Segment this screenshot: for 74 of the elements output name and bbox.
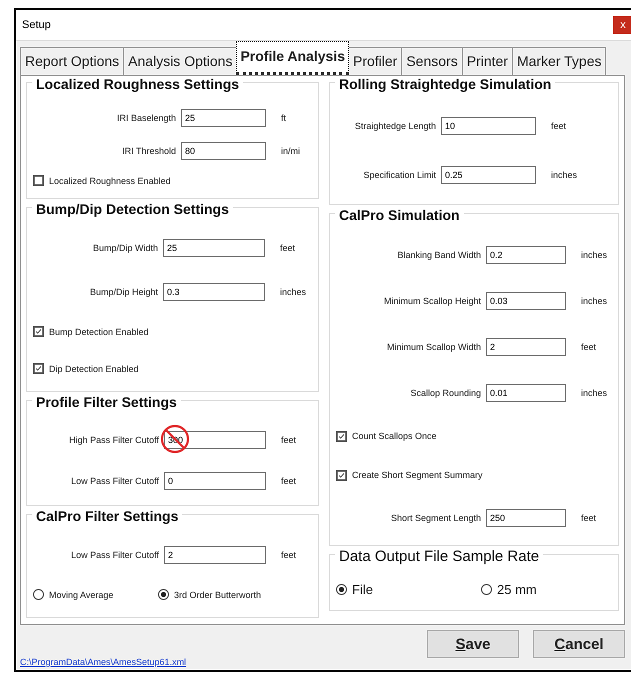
unit-label: feet <box>279 242 296 253</box>
input-field[interactable]: 25 <box>181 108 266 127</box>
unit-label: feet <box>580 512 598 523</box>
checkbox-label: Localized Roughness Enabled <box>49 176 171 186</box>
radio-button[interactable] <box>481 584 492 595</box>
unit-label: ft <box>280 112 288 123</box>
field-label: Straightedge Length <box>354 120 436 131</box>
group-title: CalPro Filter Settings <box>32 508 182 524</box>
checkbox-label: Count Scallops Once <box>352 431 437 442</box>
field-label: Specification Limit <box>362 170 436 180</box>
checkbox[interactable] <box>33 175 44 186</box>
checkbox-label: Create Short Segment Summary <box>352 470 483 480</box>
radio-label: 25 mm <box>497 582 537 597</box>
group-title: Data Output File Sample Rate <box>335 548 544 565</box>
unit-label: feet <box>580 342 598 352</box>
unit-label: inches <box>580 388 608 398</box>
radio-button[interactable] <box>158 589 169 600</box>
file-path-link[interactable]: C:\ProgramData\Ames\AmesSetup61.xml <box>20 657 186 667</box>
input-field[interactable]: 0 <box>164 472 266 490</box>
field-label: Minimum Scallop Height <box>382 296 481 306</box>
input-field[interactable]: 0.25 <box>441 166 536 184</box>
checkbox[interactable] <box>33 326 44 338</box>
group-title: Rolling Straightedge Simulation <box>335 76 556 92</box>
field-label: Blanking Band Width <box>396 250 481 260</box>
radio-label: File <box>352 582 373 597</box>
dialog-button[interactable]: Cancel <box>533 630 625 658</box>
input-field[interactable]: 0.03 <box>486 292 566 310</box>
group-title: Bump/Dip Detection Settings <box>32 201 233 217</box>
field-label: Low Pass Filter Cutoff <box>70 550 159 560</box>
radio-label: Moving Average <box>49 590 114 600</box>
unit-label: inches <box>580 250 608 260</box>
group-title: Profile Filter Settings <box>32 394 181 410</box>
close-button[interactable]: x <box>613 16 631 34</box>
input-field[interactable]: 0.01 <box>486 384 566 402</box>
input-field[interactable]: 0.2 <box>486 246 566 264</box>
checkbox-label: Dip Detection Enabled <box>49 364 139 374</box>
tab[interactable]: Profile Analysis <box>236 41 349 75</box>
unit-label: feet <box>280 550 298 560</box>
input-field[interactable]: 250 <box>486 508 566 527</box>
field-label: High Pass Filter Cutoff <box>68 434 159 444</box>
field-label: Short Segment Length <box>390 512 481 523</box>
unit-label: feet <box>280 476 298 486</box>
field-label: Bump/Dip Width <box>92 242 158 253</box>
input-field[interactable]: 2 <box>164 546 266 564</box>
input-field[interactable]: 2 <box>486 338 566 356</box>
checkbox-label: Bump Detection Enabled <box>49 326 149 337</box>
unit-label: feet <box>550 120 568 131</box>
checkbox[interactable] <box>336 430 347 442</box>
unit-label: inches <box>580 296 608 306</box>
field-label: IRI Threshold <box>121 146 176 156</box>
tab[interactable]: Report Options <box>20 47 124 75</box>
group-title: Localized Roughness Settings <box>32 76 244 92</box>
unit-label: inches <box>550 170 578 180</box>
unit-label: in/mi <box>280 146 302 156</box>
input-field[interactable]: 10 <box>441 116 536 135</box>
radio-button[interactable] <box>33 589 44 600</box>
field-label: Low Pass Filter Cutoff <box>70 476 159 486</box>
input-field[interactable]: 0.3 <box>163 282 265 301</box>
unit-label: inches <box>279 286 308 297</box>
field-label: Scallop Rounding <box>409 388 481 398</box>
tab[interactable]: Marker Types <box>512 47 606 75</box>
checkbox[interactable] <box>33 363 44 374</box>
field-label: Bump/Dip Height <box>88 286 158 297</box>
unit-label: feet <box>280 434 298 444</box>
radio-label: 3rd Order Butterworth <box>174 590 262 600</box>
input-field[interactable]: 80 <box>181 142 266 160</box>
input-field[interactable]: 25 <box>163 238 265 257</box>
dialog-button[interactable]: Save <box>427 630 519 658</box>
checkbox[interactable] <box>336 470 347 481</box>
window-title: Setup <box>22 19 51 31</box>
field-label: Minimum Scallop Width <box>386 342 481 352</box>
radio-button[interactable] <box>336 584 347 595</box>
field-label: IRI Baselength <box>116 112 176 123</box>
group-title: CalPro Simulation <box>335 207 464 223</box>
